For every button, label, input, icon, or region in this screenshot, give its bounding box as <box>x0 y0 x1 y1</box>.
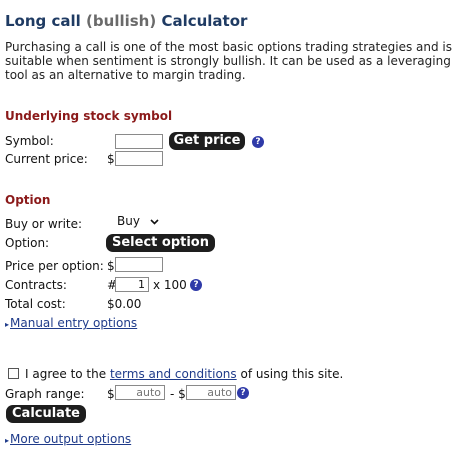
get-price-button[interactable]: Get price <box>169 132 245 150</box>
option-heading: Option <box>5 193 51 207</box>
price-per-option-label: Price per option: <box>5 259 104 273</box>
symbol-label: Symbol: <box>5 134 54 148</box>
expand-arrow-icon: ▸ <box>5 320 10 329</box>
select-option-button[interactable]: Select option <box>106 234 215 252</box>
expand-arrow-icon: ▸ <box>5 436 10 445</box>
symbol-help-icon[interactable]: ? <box>252 136 264 148</box>
current-price-currency: $ <box>107 152 115 166</box>
more-output-text: More output options <box>10 432 132 446</box>
graph-low-input[interactable] <box>115 385 165 400</box>
buy-write-select[interactable]: Buy <box>117 214 159 228</box>
option-label: Option: <box>5 236 50 250</box>
underlying-heading: Underlying stock symbol <box>5 109 173 123</box>
graph-range-label: Graph range: <box>5 387 85 401</box>
contracts-input[interactable] <box>115 277 149 292</box>
current-price-input[interactable] <box>115 151 163 166</box>
current-price-label: Current price: <box>5 152 88 166</box>
graph-help-icon[interactable]: ? <box>237 387 249 399</box>
total-cost-label: Total cost: <box>5 297 66 311</box>
buy-write-label: Buy or write: <box>5 217 83 231</box>
more-output-link[interactable]: ▸More output options <box>5 432 131 446</box>
manual-entry-text: Manual entry options <box>10 316 138 330</box>
terms-link[interactable]: terms and conditions <box>110 367 237 381</box>
graph-separator: - $ <box>170 387 186 401</box>
manual-entry-link[interactable]: ▸Manual entry options <box>5 316 137 330</box>
chevron-down-icon <box>150 218 159 225</box>
title-tail: Calculator <box>161 12 248 30</box>
page-title: Long call (bullish) Calculator <box>5 12 247 30</box>
agree-checkbox[interactable] <box>8 368 19 379</box>
price-currency: $ <box>107 259 115 273</box>
contracts-multiplier: x 100 <box>153 278 187 292</box>
agree-prefix: I agree to the <box>25 367 107 381</box>
buy-write-value: Buy <box>117 214 140 228</box>
graph-high-input[interactable] <box>186 385 236 400</box>
contracts-label: Contracts: <box>5 278 67 292</box>
title-main: Long call <box>5 12 81 30</box>
total-cost-value: $0.00 <box>107 297 142 311</box>
price-per-option-input[interactable] <box>115 257 163 272</box>
agree-text: I agree to the terms and conditions of u… <box>25 367 343 381</box>
symbol-input[interactable] <box>115 134 163 149</box>
calculate-button[interactable]: Calculate <box>6 405 86 423</box>
agree-suffix: of using this site. <box>240 367 344 381</box>
contracts-help-icon[interactable]: ? <box>190 279 202 291</box>
intro-text: Purchasing a call is one of the most bas… <box>5 40 452 82</box>
title-sub: (bullish) <box>86 12 157 30</box>
graph-low-currency: $ <box>107 387 115 401</box>
